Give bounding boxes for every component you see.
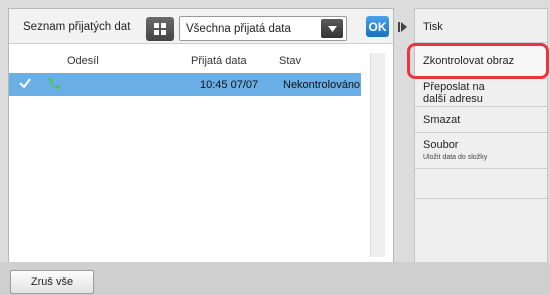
checkmark-icon [19,78,31,89]
file-label: Soubor [423,139,459,151]
received-data-list-panel: Seznam přijatých dat Všechna přijatá dat… [8,8,394,264]
ok-button[interactable]: OK [366,16,389,37]
panel-header: Seznam přijatých dat Všechna přijatá dat… [9,9,393,44]
dropdown-arrow-button[interactable] [321,19,343,38]
column-status: Stav [279,55,302,67]
page-title: Seznam přijatých dat [23,21,131,33]
table-header: Odesíl Přijatá data Stav [9,53,393,71]
forward-label-line2: další adresu [423,93,483,105]
chevron-down-icon [327,25,337,32]
row-status: Nekontrolováno [283,79,361,91]
action-panel: Tisk Zkontrolovat obraz Přeposlat na dal… [407,8,549,264]
view-mode-button[interactable] [146,17,174,41]
print-label: Tisk [423,21,443,33]
file-sublabel: Uložit data do složky [423,154,488,161]
row-received-time: 10:45 07/07 [200,79,259,91]
scrollbar[interactable] [370,53,385,257]
table-row[interactable]: 10:45 07/07 Nekontrolováno [9,73,361,96]
phone-icon [49,78,60,89]
print-button[interactable]: Tisk [415,9,547,43]
delete-button[interactable]: Smazat [415,107,547,133]
filter-value: Všechna přijatá data [186,23,291,35]
filter-dropdown[interactable]: Všechna přijatá data [179,16,347,41]
collapse-arrow-icon [397,22,407,32]
delete-label: Smazat [423,114,461,126]
forward-button[interactable]: Přeposlat na další adresu [415,79,547,107]
grid-icon [154,23,166,35]
empty-action-slot [415,169,547,199]
column-received: Přijatá data [191,55,247,67]
file-button[interactable]: Soubor Uložit data do složky [415,133,547,169]
selection-highlight [407,43,549,79]
column-sender: Odesíl [67,55,99,67]
forward-label-line1: Přeposlat na [423,81,485,93]
cancel-all-button[interactable]: Zruš vše [10,270,94,294]
